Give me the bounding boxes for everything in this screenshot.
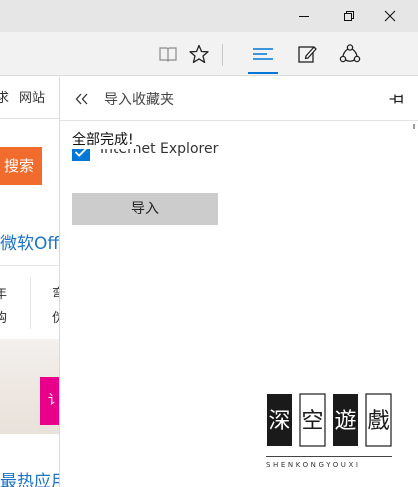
pen-note-icon: [298, 46, 317, 63]
background-page-heading[interactable]: 微软Offi: [0, 229, 60, 254]
background-search-button[interactable]: 搜索: [0, 147, 42, 185]
hub-active-indicator: [248, 72, 278, 74]
browser-toolbar: [0, 32, 418, 76]
background-cell: 购: [0, 311, 8, 326]
background-cell: 年: [0, 287, 8, 302]
divider: [30, 277, 31, 329]
pin-icon: [389, 94, 403, 104]
import-button[interactable]: 导入: [72, 193, 218, 225]
panel-title: 导入收藏夹: [104, 92, 174, 108]
svg-text:戲: 戲: [367, 409, 389, 434]
star-icon: [189, 44, 209, 64]
share-icon: [339, 44, 361, 63]
restore-button[interactable]: [329, 0, 369, 32]
background-section-heading: 最热应用: [0, 472, 60, 487]
background-nav-item[interactable]: 网站: [19, 87, 45, 106]
watermark-logo: 深 空 遊 戲: [267, 393, 392, 447]
minimize-button[interactable]: [284, 0, 324, 32]
restore-icon: [344, 11, 354, 21]
background-banner-button[interactable]: 讠: [40, 377, 60, 425]
minimize-icon: [299, 16, 309, 17]
svg-text:遊: 遊: [334, 409, 356, 434]
title-bar: [0, 0, 418, 32]
double-chevron-left-icon: [75, 93, 88, 105]
status-message: 全部完成!: [72, 131, 136, 149]
background-nav-item[interactable]: 求: [0, 87, 9, 106]
hub-button[interactable]: [247, 38, 279, 70]
watermark-divider: [266, 456, 392, 457]
divider: [0, 265, 60, 266]
favorite-button[interactable]: [183, 38, 215, 70]
divider: [0, 118, 60, 119]
watermark-text: SHENKONGYOUXI: [266, 461, 361, 469]
scrollbar-indicator[interactable]: [413, 124, 415, 129]
share-button[interactable]: [334, 38, 366, 70]
panel-header: 导入收藏夹: [60, 77, 418, 121]
background-nav: 求网站: [0, 87, 55, 106]
reading-view-button[interactable]: [152, 38, 184, 70]
svg-text:深: 深: [268, 409, 290, 434]
pin-button[interactable]: [385, 87, 409, 111]
back-button[interactable]: [70, 87, 94, 111]
svg-text:空: 空: [301, 409, 323, 434]
close-icon: [384, 10, 396, 22]
toolbar-separator: [222, 44, 223, 66]
background-web-page: 求网站 搜索 微软Offi 年 弯 购 伪 讠 最热应用: [0, 77, 60, 487]
close-button[interactable]: [370, 0, 410, 32]
book-icon: [159, 47, 177, 62]
web-note-button[interactable]: [291, 38, 323, 70]
hub-lines-icon: [253, 48, 273, 60]
